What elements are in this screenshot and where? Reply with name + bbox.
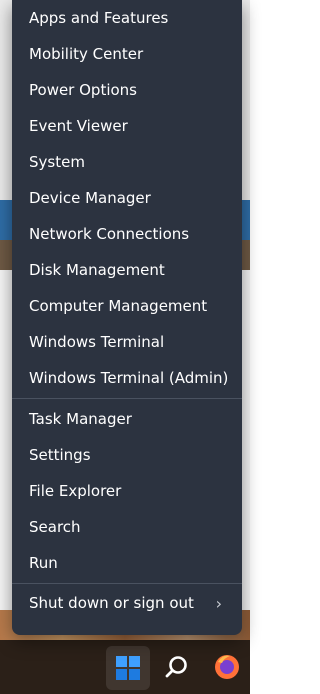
menu-item-label: File Explorer — [29, 482, 122, 500]
menu-item-label: Computer Management — [29, 297, 208, 315]
menu-item-label: Windows Terminal — [29, 333, 165, 351]
menu-separator — [12, 583, 242, 584]
menu-separator — [12, 398, 242, 399]
menu-item-task-manager[interactable]: Task Manager — [12, 402, 242, 436]
menu-item-mobility-center[interactable]: Mobility Center — [12, 37, 242, 71]
menu-item-windows-terminal-admin[interactable]: Windows Terminal (Admin) — [12, 361, 242, 395]
menu-item-run[interactable]: Run — [12, 546, 242, 580]
menu-item-disk-management[interactable]: Disk Management — [12, 253, 242, 287]
menu-item-settings[interactable]: Settings — [12, 438, 242, 472]
menu-item-apps-and-features[interactable]: Apps and Features — [12, 1, 242, 35]
menu-item-label: Run — [29, 554, 58, 572]
menu-item-label: Mobility Center — [29, 45, 144, 63]
start-button[interactable] — [106, 646, 150, 690]
menu-item-label: Settings — [29, 446, 91, 464]
chevron-right-icon: › — [215, 593, 222, 613]
menu-item-label: Windows Terminal (Admin) — [29, 369, 229, 387]
menu-item-label: Search — [29, 518, 81, 536]
menu-item-device-manager[interactable]: Device Manager — [12, 181, 242, 215]
menu-item-network-connections[interactable]: Network Connections — [12, 217, 242, 251]
menu-item-label: Event Viewer — [29, 117, 128, 135]
menu-item-label: Power Options — [29, 81, 137, 99]
menu-item-power-options[interactable]: Power Options — [12, 73, 242, 107]
menu-item-label: Network Connections — [29, 225, 190, 243]
windows-start-icon — [116, 656, 140, 680]
search-icon[interactable] — [164, 654, 190, 680]
menu-item-label: Disk Management — [29, 261, 165, 279]
menu-item-windows-terminal[interactable]: Windows Terminal — [12, 325, 242, 359]
menu-item-label: System — [29, 153, 85, 171]
menu-item-label: Device Manager — [29, 189, 151, 207]
menu-item-label: Apps and Features — [29, 9, 169, 27]
menu-item-label: Shut down or sign out — [29, 594, 194, 612]
menu-item-shut-down-or-sign-out[interactable]: Shut down or sign out › — [12, 586, 242, 620]
menu-item-file-explorer[interactable]: File Explorer — [12, 474, 242, 508]
menu-item-label: Task Manager — [29, 410, 132, 428]
menu-item-event-viewer[interactable]: Event Viewer — [12, 109, 242, 143]
winx-context-menu: Apps and Features Mobility Center Power … — [12, 0, 242, 635]
firefox-icon[interactable] — [212, 652, 242, 682]
menu-item-computer-management[interactable]: Computer Management — [12, 289, 242, 323]
menu-item-system[interactable]: System — [12, 145, 242, 179]
menu-item-search[interactable]: Search — [12, 510, 242, 544]
